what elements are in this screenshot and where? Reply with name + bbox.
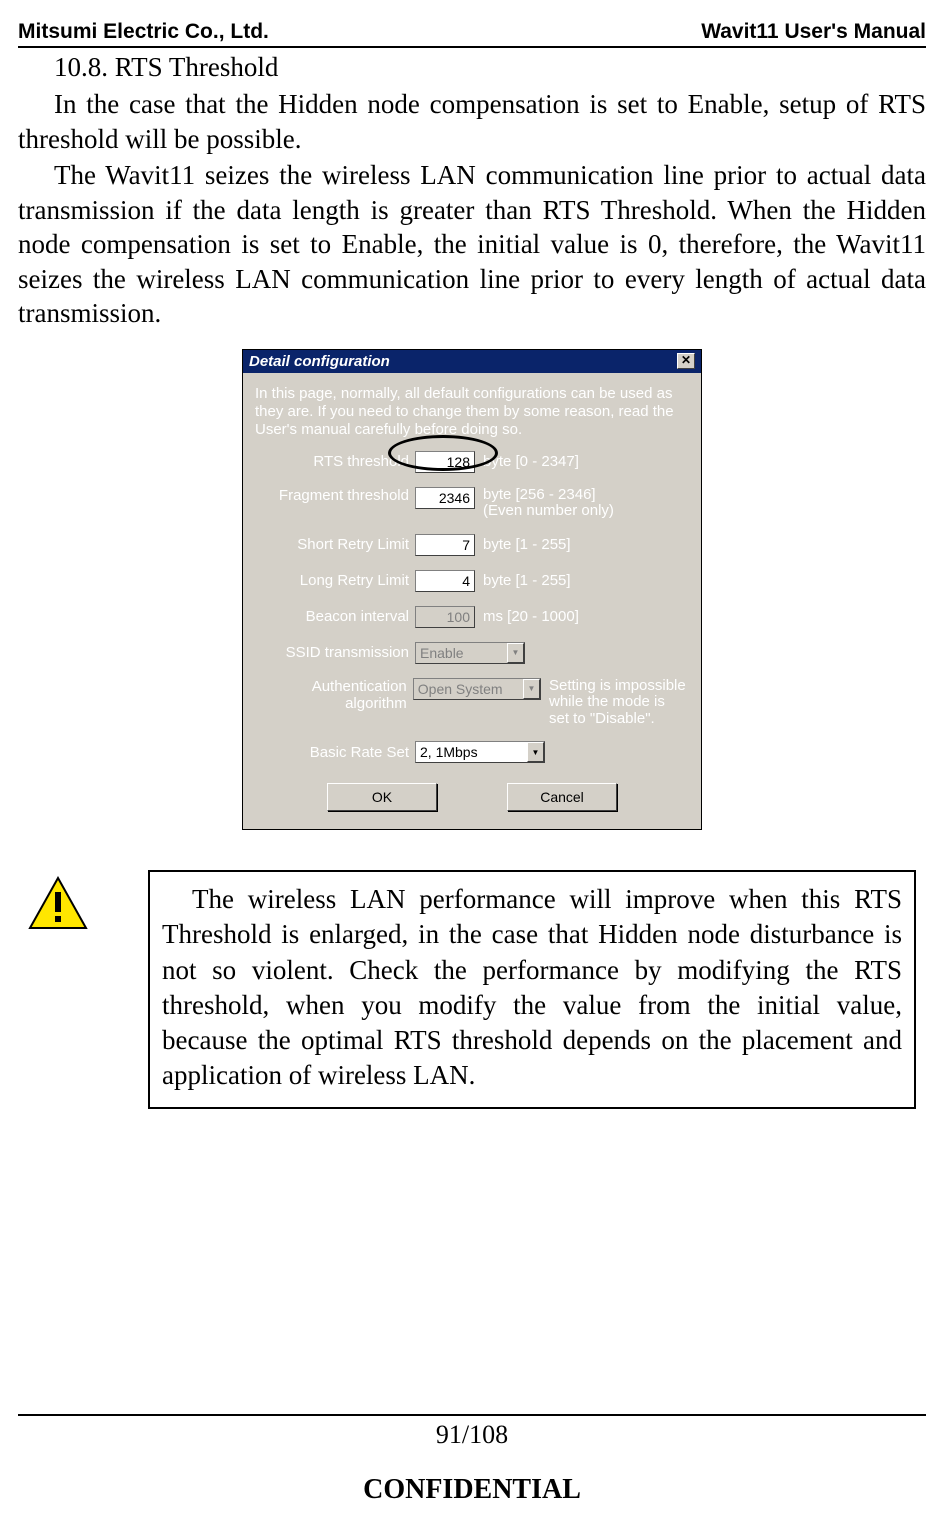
label-rts: RTS threshold xyxy=(255,453,415,470)
hint-beacon: ms [20 - 1000] xyxy=(483,609,579,626)
section-title: 10.8. RTS Threshold xyxy=(54,52,926,83)
cancel-button[interactable]: Cancel xyxy=(507,783,617,811)
label-ssid: SSID transmission xyxy=(255,644,415,661)
dialog-screenshot: Detail configuration ✕ In this page, nor… xyxy=(18,349,926,831)
hint-rts: byte [0 - 2347] xyxy=(483,454,579,471)
input-beacon xyxy=(415,606,475,628)
footer-rule xyxy=(18,1414,926,1416)
row-frag: Fragment threshold byte [256 - 2346] (Ev… xyxy=(255,487,689,520)
hint-auth: Setting is impossible while the mode is … xyxy=(549,678,689,728)
paragraph-2: The Wavit11 seizes the wireless LAN comm… xyxy=(18,158,926,331)
paragraph-1: In the case that the Hidden node compens… xyxy=(18,87,926,156)
page-number: 91/108 xyxy=(0,1420,944,1450)
dialog-titlebar: Detail configuration ✕ xyxy=(243,350,701,373)
combo-ssid: Enable ▼ xyxy=(415,642,525,664)
combo-ssid-value: Enable xyxy=(420,645,464,661)
chevron-down-icon: ▼ xyxy=(523,679,540,699)
hint-short: byte [1 - 255] xyxy=(483,537,571,554)
combo-rate[interactable]: 2, 1Mbps ▼ xyxy=(415,741,545,763)
hint-frag: byte [256 - 2346] (Even number only) xyxy=(483,487,614,520)
page: Mitsumi Electric Co., Ltd. Wavit11 User'… xyxy=(0,0,944,1109)
dialog-body: In this page, normally, all default conf… xyxy=(243,373,701,830)
label-short: Short Retry Limit xyxy=(255,536,415,553)
input-long[interactable] xyxy=(415,570,475,592)
close-icon[interactable]: ✕ xyxy=(677,353,695,369)
row-long: Long Retry Limit byte [1 - 255] xyxy=(255,570,689,592)
page-header: Mitsumi Electric Co., Ltd. Wavit11 User'… xyxy=(18,20,926,48)
warning-icon xyxy=(28,876,88,930)
hint-long: byte [1 - 255] xyxy=(483,573,571,590)
label-long: Long Retry Limit xyxy=(255,572,415,589)
row-short: Short Retry Limit byte [1 - 255] xyxy=(255,534,689,556)
input-short[interactable] xyxy=(415,534,475,556)
dialog-intro: In this page, normally, all default conf… xyxy=(255,385,689,439)
label-auth: Authentication algorithm xyxy=(255,678,413,712)
note-box: The wireless LAN performance will improv… xyxy=(148,870,916,1109)
note-text: The wireless LAN performance will improv… xyxy=(162,882,902,1093)
chevron-down-icon[interactable]: ▼ xyxy=(527,742,544,762)
confidential-label: CONFIDENTIAL xyxy=(0,1474,944,1506)
detail-config-dialog: Detail configuration ✕ In this page, nor… xyxy=(242,349,702,831)
row-beacon: Beacon interval ms [20 - 1000] xyxy=(255,606,689,628)
label-frag: Fragment threshold xyxy=(255,487,415,504)
input-frag[interactable] xyxy=(415,487,475,509)
input-rts[interactable] xyxy=(415,451,475,473)
note-row: The wireless LAN performance will improv… xyxy=(18,870,926,1109)
row-rate: Basic Rate Set 2, 1Mbps ▼ xyxy=(255,741,689,763)
dialog-buttons: OK Cancel xyxy=(255,783,689,811)
row-auth: Authentication algorithm Open System ▼ S… xyxy=(255,678,689,728)
combo-auth-value: Open System xyxy=(418,681,503,697)
combo-auth: Open System ▼ xyxy=(413,678,541,700)
row-ssid: SSID transmission Enable ▼ xyxy=(255,642,689,664)
chevron-down-icon: ▼ xyxy=(507,643,524,663)
label-beacon: Beacon interval xyxy=(255,608,415,625)
header-left: Mitsumi Electric Co., Ltd. xyxy=(18,20,269,44)
header-right: Wavit11 User's Manual xyxy=(701,20,926,44)
combo-rate-value: 2, 1Mbps xyxy=(420,744,478,760)
dialog-title: Detail configuration xyxy=(249,353,390,370)
row-rts: RTS threshold byte [0 - 2347] xyxy=(255,451,689,473)
ok-button[interactable]: OK xyxy=(327,783,437,811)
label-rate: Basic Rate Set xyxy=(255,744,415,761)
